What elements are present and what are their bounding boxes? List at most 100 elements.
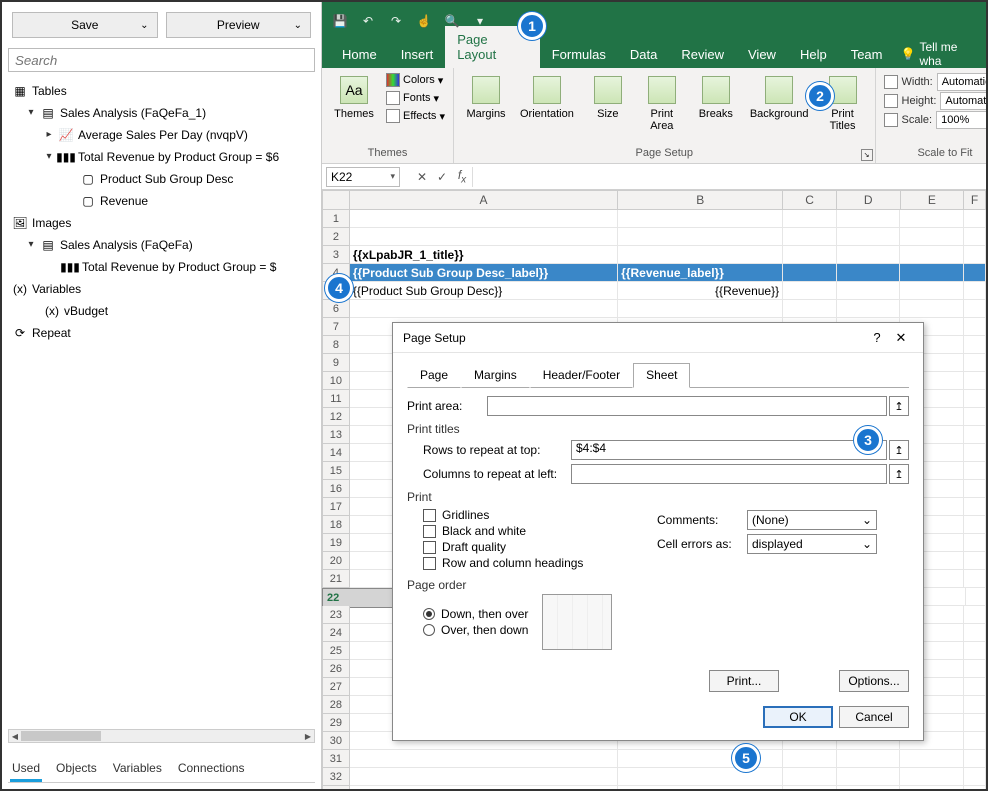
column-header[interactable]: B	[618, 190, 783, 210]
column-header[interactable]: E	[901, 190, 965, 210]
row-header[interactable]: 17	[322, 498, 350, 516]
tab-connections[interactable]: Connections	[176, 757, 247, 782]
cell[interactable]	[783, 786, 837, 789]
cell[interactable]	[618, 246, 783, 264]
cell[interactable]	[964, 282, 986, 300]
range-selector-button[interactable]: ↥	[889, 396, 909, 416]
cell[interactable]	[964, 264, 986, 282]
cell[interactable]	[350, 210, 618, 228]
cell[interactable]	[964, 300, 986, 318]
undo-icon[interactable]: ↶	[358, 11, 378, 31]
cell[interactable]	[900, 300, 964, 318]
row-header[interactable]: 27	[322, 678, 350, 696]
redo-icon[interactable]: ↷	[386, 11, 406, 31]
cell[interactable]	[837, 786, 901, 789]
row-header[interactable]: 10	[322, 372, 350, 390]
down-over-radio[interactable]: Down, then over	[423, 607, 528, 621]
tree-item[interactable]: ▮▮▮Total Revenue by Product Group = $	[12, 256, 315, 278]
cell[interactable]	[964, 624, 986, 642]
cell[interactable]	[900, 768, 964, 786]
options-button[interactable]: Options...	[839, 670, 909, 692]
cell[interactable]	[618, 210, 783, 228]
cell[interactable]	[783, 246, 837, 264]
cell[interactable]	[837, 246, 901, 264]
width-select[interactable]: Automatic▾	[937, 73, 986, 91]
over-down-radio[interactable]: Over, then down	[423, 623, 528, 637]
row-header[interactable]: 23	[322, 606, 350, 624]
cell[interactable]	[837, 300, 901, 318]
select-all-corner[interactable]	[322, 190, 350, 210]
row-header[interactable]: 31	[322, 750, 350, 768]
background-button[interactable]: Background	[746, 72, 813, 124]
draft-checkbox[interactable]: Draft quality	[423, 540, 657, 554]
cell[interactable]	[964, 354, 986, 372]
errors-select[interactable]: displayed⌄	[747, 534, 877, 554]
preview-button[interactable]: Preview⌄	[166, 12, 312, 38]
breaks-button[interactable]: Breaks	[692, 72, 740, 124]
dialog-tab-sheet[interactable]: Sheet	[633, 363, 690, 388]
cell[interactable]	[964, 426, 986, 444]
cell[interactable]	[964, 750, 986, 768]
row-header[interactable]: 7	[322, 318, 350, 336]
range-selector-button[interactable]: ↥	[889, 440, 909, 460]
row-header[interactable]: 25	[322, 642, 350, 660]
cell[interactable]	[900, 786, 964, 789]
cell[interactable]: {{Revenue}}	[618, 282, 783, 300]
cell[interactable]	[350, 750, 618, 768]
row-header[interactable]: 28	[322, 696, 350, 714]
cell[interactable]	[964, 498, 986, 516]
cell[interactable]	[964, 228, 986, 246]
collapse-icon[interactable]: ▾	[26, 234, 36, 256]
row-header[interactable]: 33	[322, 786, 350, 789]
tell-me-search[interactable]: 💡Tell me wha	[895, 40, 987, 68]
dialog-tab-page[interactable]: Page	[407, 363, 461, 388]
print-preview-icon[interactable]: 🔍	[442, 11, 462, 31]
cell[interactable]	[618, 228, 783, 246]
row-header[interactable]: 11	[322, 390, 350, 408]
row-header[interactable]: 21	[322, 570, 350, 588]
cell[interactable]	[964, 390, 986, 408]
tree-section-repeat[interactable]: ⟳Repeat	[12, 322, 315, 344]
cell[interactable]	[783, 750, 837, 768]
cell[interactable]	[618, 768, 783, 786]
dialog-tab-header-footer[interactable]: Header/Footer	[530, 363, 633, 388]
tree-section-tables[interactable]: ▦Tables	[12, 80, 315, 102]
row-header[interactable]: 20	[322, 552, 350, 570]
name-box[interactable]: K22▾	[326, 167, 400, 187]
enter-formula-icon[interactable]: ✓	[432, 170, 452, 184]
cell[interactable]	[964, 732, 986, 750]
cell[interactable]	[964, 336, 986, 354]
cell[interactable]	[964, 480, 986, 498]
cell[interactable]	[783, 282, 837, 300]
tree-item[interactable]: ▸📈Average Sales Per Day (nvqpV)	[12, 124, 315, 146]
print-area-input[interactable]	[487, 396, 887, 416]
cell[interactable]	[900, 750, 964, 768]
cell[interactable]	[783, 210, 837, 228]
cell[interactable]	[966, 588, 986, 606]
cell[interactable]	[964, 768, 986, 786]
comments-select[interactable]: (None)⌄	[747, 510, 877, 530]
range-selector-button[interactable]: ↥	[889, 464, 909, 484]
dialog-tab-margins[interactable]: Margins	[461, 363, 530, 388]
tree-item[interactable]: ▾▤Sales Analysis (FaQeFa)	[12, 234, 315, 256]
margins-button[interactable]: Margins	[462, 72, 510, 124]
cell[interactable]	[964, 318, 986, 336]
cell[interactable]	[350, 768, 618, 786]
cell[interactable]	[964, 534, 986, 552]
themes-button[interactable]: AaThemes	[330, 72, 378, 124]
cell[interactable]	[837, 228, 901, 246]
tab-home[interactable]: Home	[330, 41, 389, 68]
row-header[interactable]: 26	[322, 660, 350, 678]
save-icon[interactable]: 💾	[330, 11, 350, 31]
cancel-formula-icon[interactable]: ✕	[412, 170, 432, 184]
close-button[interactable]: ✕	[889, 330, 913, 346]
column-header[interactable]: F	[964, 190, 986, 210]
tree-section-variables[interactable]: (x)Variables	[12, 278, 315, 300]
cell[interactable]	[964, 606, 986, 624]
tab-team[interactable]: Team	[839, 41, 895, 68]
row-header[interactable]: 30	[322, 732, 350, 750]
tab-objects[interactable]: Objects	[54, 757, 99, 782]
cell[interactable]	[783, 300, 837, 318]
tab-formulas[interactable]: Formulas	[540, 41, 618, 68]
cell[interactable]	[964, 714, 986, 732]
